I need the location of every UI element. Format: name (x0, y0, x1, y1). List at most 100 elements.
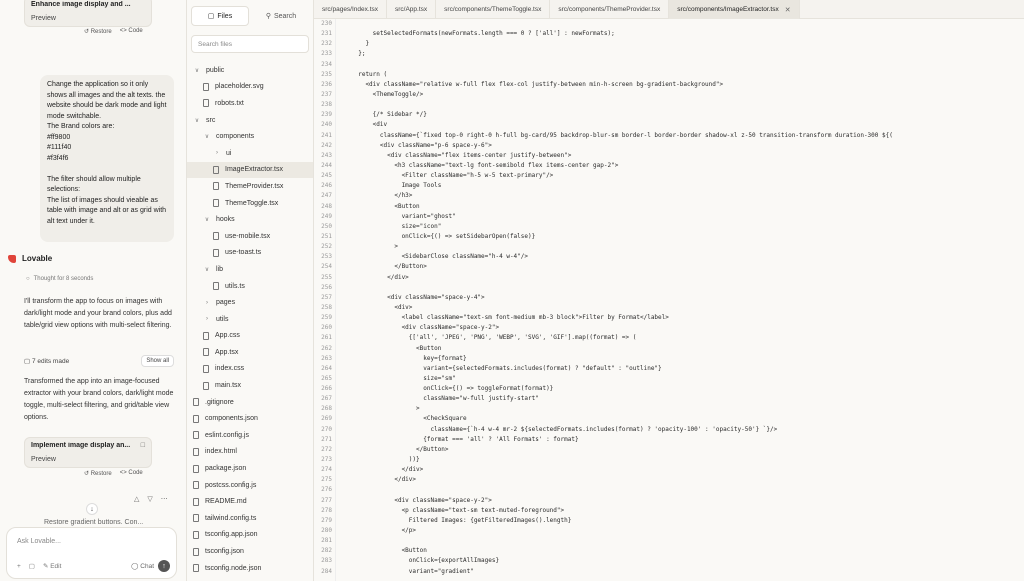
code-line: 273 ))} (314, 455, 1024, 465)
file-icon (193, 514, 199, 523)
file-item[interactable]: .gitignore (187, 394, 313, 411)
code-line: 241 className={`fixed top-0 right-0 h-fu… (314, 131, 1024, 141)
file-item[interactable]: tailwind.config.ts (187, 510, 313, 527)
folder-item[interactable]: ∨ lib (187, 261, 313, 278)
line-number: 276 (321, 486, 332, 494)
code-area[interactable]: 230 231 setSelectedFormats(newFormats.len… (314, 19, 1024, 577)
code-line: 280 </p> (314, 526, 1024, 536)
file-item[interactable]: App.tsx (187, 344, 313, 361)
file-item[interactable]: eslint.config.js (187, 427, 313, 444)
file-item[interactable]: utils.ts (187, 278, 313, 295)
version-card-top[interactable]: Enhance image display and ... Preview (24, 0, 152, 27)
editor-tab[interactable]: src/components/ImageExtractor.tsx ✕ (669, 0, 800, 19)
file-item[interactable]: ThemeToggle.tsx (187, 195, 313, 212)
line-number: 256 (321, 283, 332, 291)
file-item[interactable]: postcss.config.js (187, 477, 313, 494)
show-all-button[interactable]: Show all (141, 355, 174, 367)
file-item[interactable]: package.json (187, 460, 313, 477)
file-item[interactable]: placeholder.svg (187, 79, 313, 96)
code-button[interactable]: <> Code (120, 28, 143, 35)
line-number: 259 (321, 314, 332, 322)
search-files-input[interactable]: Search files (191, 35, 309, 53)
bookmark-icon[interactable]: □ (141, 442, 145, 449)
code-line: 276 (314, 485, 1024, 495)
code-line: 267 className="w-full justify-start" (314, 394, 1024, 404)
chat-input[interactable]: Ask Lovable... (17, 538, 61, 545)
editor-tab[interactable]: src/pages/Index.tsx (314, 0, 387, 19)
file-item[interactable]: components.json (187, 410, 313, 427)
line-number: 261 (321, 334, 332, 342)
restore-button[interactable]: ↺ Restore (84, 470, 112, 477)
file-item[interactable]: README.md (187, 493, 313, 510)
editor-tab[interactable]: src/components/ThemeProvider.tsx (550, 0, 670, 19)
version-card-title: Implement image display an... (31, 442, 131, 449)
chat-input-box[interactable]: Ask Lovable... + ▢ ✎ Edit ◯ Chat ↑ (6, 527, 177, 579)
folder-item[interactable]: › utils (187, 311, 313, 328)
version-card-title: Enhance image display and ... (31, 1, 131, 8)
editor-tabs: src/pages/Index.tsx src/App.tsx src/compon… (314, 0, 1024, 19)
tree-item-label: components.json (205, 415, 258, 423)
file-item[interactable]: App.css (187, 328, 313, 345)
file-item[interactable]: ThemeProvider.tsx (187, 178, 313, 195)
file-item[interactable]: use-mobile.tsx (187, 228, 313, 245)
send-button[interactable]: ↑ (158, 560, 170, 572)
thumbs-up-icon[interactable]: △ (134, 495, 139, 503)
chat-panel: Enhance image display and ... Preview ↺ … (0, 0, 183, 581)
preview-link[interactable]: Preview (31, 456, 145, 463)
line-content: className="w-full justify-start" (351, 395, 539, 403)
editor-tab[interactable]: src/App.tsx (387, 0, 437, 19)
code-button[interactable]: <> Code (120, 470, 143, 477)
line-content: variant="gradient" (351, 567, 474, 575)
attach-icon[interactable]: ▢ (29, 562, 35, 570)
line-number: 243 (321, 151, 332, 159)
restore-button[interactable]: ↺ Restore (84, 28, 112, 35)
line-content: variant={selectedFormats.includes(format… (351, 364, 662, 372)
file-icon (213, 248, 219, 257)
line-content: <div className="space-y-2"> (351, 324, 500, 332)
close-icon[interactable]: ✕ (785, 6, 791, 14)
more-icon[interactable]: ⋯ (161, 495, 168, 503)
line-number: 283 (321, 557, 332, 565)
folder-item[interactable]: ∨ public (187, 62, 313, 79)
tree-item-label: App.tsx (215, 348, 239, 356)
line-number: 274 (321, 466, 332, 474)
search-icon: ⚲ (265, 13, 271, 20)
line-content: <CheckSquare (351, 415, 467, 423)
line-content: {['all', 'JPEG', 'PNG', 'WEBP', 'SVG', '… (351, 334, 637, 342)
file-item[interactable]: ImageExtractor.tsx (187, 161, 313, 179)
line-content: <SidebarClose className="h-4 w-4"/> (351, 253, 529, 261)
folder-item[interactable]: ∨ src (187, 112, 313, 129)
line-number: 257 (321, 293, 332, 301)
tab-search[interactable]: ⚲ Search (253, 6, 309, 26)
file-icon (203, 82, 209, 91)
thumbs-down-icon[interactable]: ▽ (147, 495, 152, 503)
chat-mode-button[interactable]: ◯ Chat (131, 562, 154, 570)
folder-item[interactable]: ∨ hooks (187, 211, 313, 228)
folder-item[interactable]: ∨ components (187, 128, 313, 145)
file-item[interactable]: index.css (187, 361, 313, 378)
line-number: 280 (321, 527, 332, 535)
code-line: 243 <div className="flex items-center ju… (314, 151, 1024, 161)
file-item[interactable]: tsconfig.json (187, 543, 313, 560)
file-item[interactable]: tsconfig.node.json (187, 560, 313, 577)
add-icon[interactable]: + (17, 563, 21, 570)
version-card-bottom[interactable]: Implement image display an... □ Preview (24, 437, 152, 468)
file-item[interactable]: robots.txt (187, 95, 313, 112)
file-item[interactable]: index.html (187, 444, 313, 461)
folder-item[interactable]: › ui (187, 145, 313, 162)
tree-item-label: ui (226, 149, 232, 157)
file-icon (193, 464, 199, 473)
scroll-down-button[interactable]: ↓ (86, 503, 98, 515)
preview-link[interactable]: Preview (31, 15, 145, 22)
editor-tab[interactable]: src/components/ThemeToggle.tsx (436, 0, 551, 19)
tab-files[interactable]: ▢ Files (191, 6, 249, 26)
line-number: 246 (321, 182, 332, 190)
file-item[interactable]: tsconfig.app.json (187, 527, 313, 544)
code-line: 231 setSelectedFormats(newFormats.length… (314, 29, 1024, 39)
file-icon (203, 99, 209, 108)
edit-button[interactable]: ✎ Edit (43, 562, 61, 570)
folder-item[interactable]: › pages (187, 294, 313, 311)
thought-indicator[interactable]: ○ Thought for 8 seconds (26, 276, 93, 282)
file-item[interactable]: use-toast.ts (187, 245, 313, 262)
file-item[interactable]: main.tsx (187, 377, 313, 394)
